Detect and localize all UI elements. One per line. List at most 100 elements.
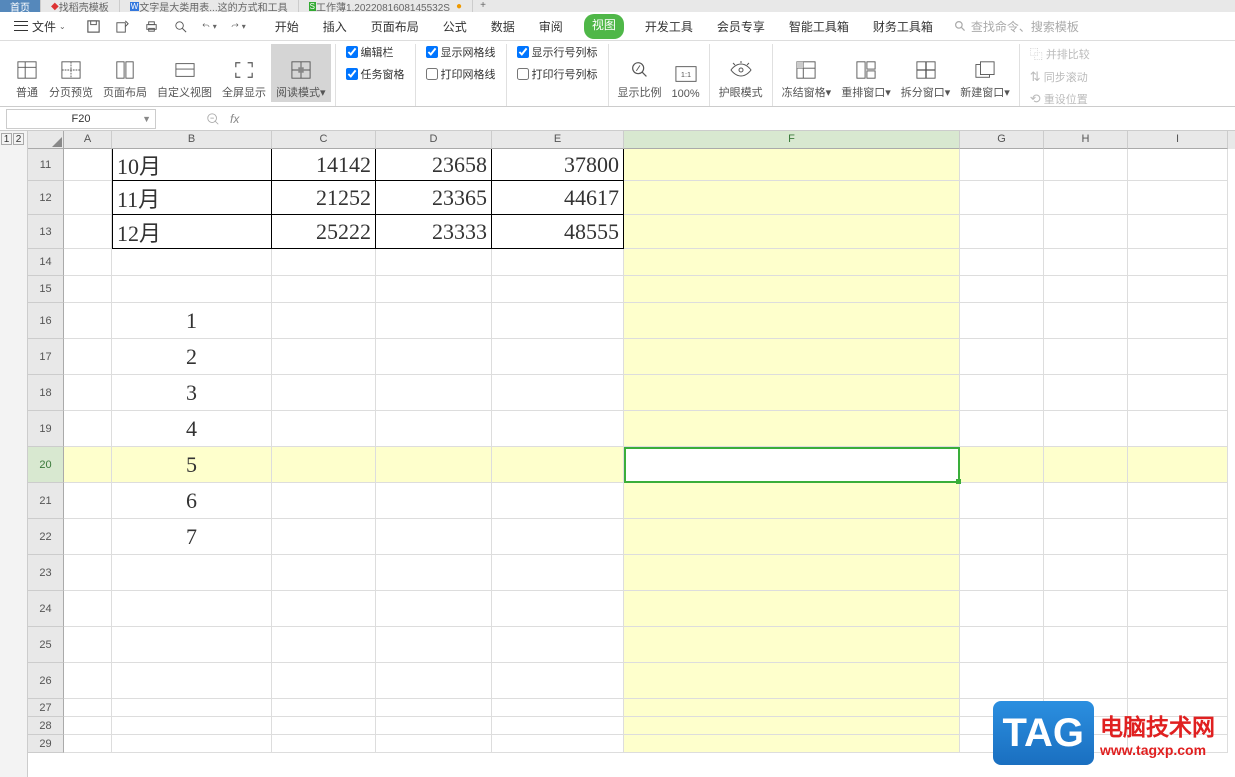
- row-header-24[interactable]: 24: [28, 591, 64, 627]
- cell-H11[interactable]: [1044, 149, 1128, 181]
- cell-F23[interactable]: [624, 555, 960, 591]
- cell-F11[interactable]: [624, 149, 960, 181]
- cell-B14[interactable]: [112, 249, 272, 276]
- row-header-17[interactable]: 17: [28, 339, 64, 375]
- cell-I20[interactable]: [1128, 447, 1228, 483]
- undo-icon[interactable]: ▾: [202, 19, 217, 34]
- cell-G11[interactable]: [960, 149, 1044, 181]
- command-search[interactable]: 查找命令、搜索模板: [954, 18, 1079, 35]
- check-打印行号列标[interactable]: 打印行号列标: [517, 66, 598, 82]
- cell-D29[interactable]: [376, 735, 492, 753]
- cell-E12[interactable]: 44617: [492, 181, 624, 215]
- cell-B23[interactable]: [112, 555, 272, 591]
- cell-B28[interactable]: [112, 717, 272, 735]
- cell-C23[interactable]: [272, 555, 376, 591]
- cell-D13[interactable]: 23333: [376, 215, 492, 249]
- cell-F19[interactable]: [624, 411, 960, 447]
- cell-A11[interactable]: [64, 149, 112, 181]
- cell-E25[interactable]: [492, 627, 624, 663]
- tab-doc1[interactable]: W文字是大类用表...这的方式和工具: [120, 0, 299, 12]
- cell-A26[interactable]: [64, 663, 112, 699]
- cell-B26[interactable]: [112, 663, 272, 699]
- cell-F28[interactable]: [624, 717, 960, 735]
- cell-C28[interactable]: [272, 717, 376, 735]
- cell-G16[interactable]: [960, 303, 1044, 339]
- save-icon[interactable]: [86, 19, 101, 34]
- view-分页预览[interactable]: 分页预览: [44, 44, 98, 102]
- cell-D18[interactable]: [376, 375, 492, 411]
- cell-B15[interactable]: [112, 276, 272, 303]
- check-显示行号列标[interactable]: 显示行号列标: [517, 44, 598, 60]
- cell-E17[interactable]: [492, 339, 624, 375]
- cell-I23[interactable]: [1128, 555, 1228, 591]
- cell-I12[interactable]: [1128, 181, 1228, 215]
- win-冻结窗格[interactable]: 冻结窗格▾: [777, 44, 837, 102]
- row-header-18[interactable]: 18: [28, 375, 64, 411]
- col-header-E[interactable]: E: [492, 131, 624, 149]
- cell-D15[interactable]: [376, 276, 492, 303]
- cell-F27[interactable]: [624, 699, 960, 717]
- row-header-22[interactable]: 22: [28, 519, 64, 555]
- win-拆分窗口[interactable]: 拆分窗口▾: [896, 44, 956, 102]
- cell-A16[interactable]: [64, 303, 112, 339]
- cell-C20[interactable]: [272, 447, 376, 483]
- cell-D24[interactable]: [376, 591, 492, 627]
- cell-I22[interactable]: [1128, 519, 1228, 555]
- cell-D26[interactable]: [376, 663, 492, 699]
- cell-B16[interactable]: 1: [112, 303, 272, 339]
- cell-H23[interactable]: [1044, 555, 1128, 591]
- menu-insert[interactable]: 插入: [320, 14, 350, 39]
- eye-care-button[interactable]: 护眼模式: [714, 44, 768, 102]
- check-编辑栏[interactable]: 编辑栏: [346, 44, 405, 60]
- cell-E28[interactable]: [492, 717, 624, 735]
- cell-G22[interactable]: [960, 519, 1044, 555]
- print-icon[interactable]: [144, 19, 159, 34]
- cell-E15[interactable]: [492, 276, 624, 303]
- cell-G20[interactable]: [960, 447, 1044, 483]
- zoom-button[interactable]: 显示比例: [613, 44, 667, 102]
- view-页面布局[interactable]: 页面布局: [98, 44, 152, 102]
- cell-D25[interactable]: [376, 627, 492, 663]
- row-header-23[interactable]: 23: [28, 555, 64, 591]
- row-header-16[interactable]: 16: [28, 303, 64, 339]
- cell-I24[interactable]: [1128, 591, 1228, 627]
- cell-D27[interactable]: [376, 699, 492, 717]
- name-box[interactable]: F20▼: [6, 109, 156, 129]
- menu-data[interactable]: 数据: [488, 14, 518, 39]
- cell-C15[interactable]: [272, 276, 376, 303]
- cell-E23[interactable]: [492, 555, 624, 591]
- cell-C12[interactable]: 21252: [272, 181, 376, 215]
- cell-D16[interactable]: [376, 303, 492, 339]
- formula-input[interactable]: [249, 112, 1049, 127]
- row-header-11[interactable]: 11: [28, 149, 64, 181]
- cell-I11[interactable]: [1128, 149, 1228, 181]
- cell-H25[interactable]: [1044, 627, 1128, 663]
- cell-A20[interactable]: [64, 447, 112, 483]
- cell-E24[interactable]: [492, 591, 624, 627]
- tab-template[interactable]: ◆找稻壳模板: [41, 0, 120, 12]
- col-header-F[interactable]: F: [624, 131, 960, 149]
- cells-grid[interactable]: 10月14142236583780011月21252233654461712月2…: [64, 149, 1235, 753]
- tab-workbook[interactable]: S工作薄1.2022081608145532S●: [299, 0, 473, 12]
- cell-D19[interactable]: [376, 411, 492, 447]
- cell-G19[interactable]: [960, 411, 1044, 447]
- cell-E21[interactable]: [492, 483, 624, 519]
- row-header-27[interactable]: 27: [28, 699, 64, 717]
- cell-G24[interactable]: [960, 591, 1044, 627]
- cell-F16[interactable]: [624, 303, 960, 339]
- redo-icon[interactable]: ▾: [231, 19, 246, 34]
- cell-A29[interactable]: [64, 735, 112, 753]
- cell-E22[interactable]: [492, 519, 624, 555]
- cell-F24[interactable]: [624, 591, 960, 627]
- col-header-H[interactable]: H: [1044, 131, 1128, 149]
- cell-G25[interactable]: [960, 627, 1044, 663]
- cell-A15[interactable]: [64, 276, 112, 303]
- cancel-icon[interactable]: [206, 112, 220, 126]
- cell-C27[interactable]: [272, 699, 376, 717]
- cell-A24[interactable]: [64, 591, 112, 627]
- cell-B17[interactable]: 2: [112, 339, 272, 375]
- cell-F22[interactable]: [624, 519, 960, 555]
- cell-D14[interactable]: [376, 249, 492, 276]
- cell-G12[interactable]: [960, 181, 1044, 215]
- menu-finance[interactable]: 财务工具箱: [870, 14, 936, 39]
